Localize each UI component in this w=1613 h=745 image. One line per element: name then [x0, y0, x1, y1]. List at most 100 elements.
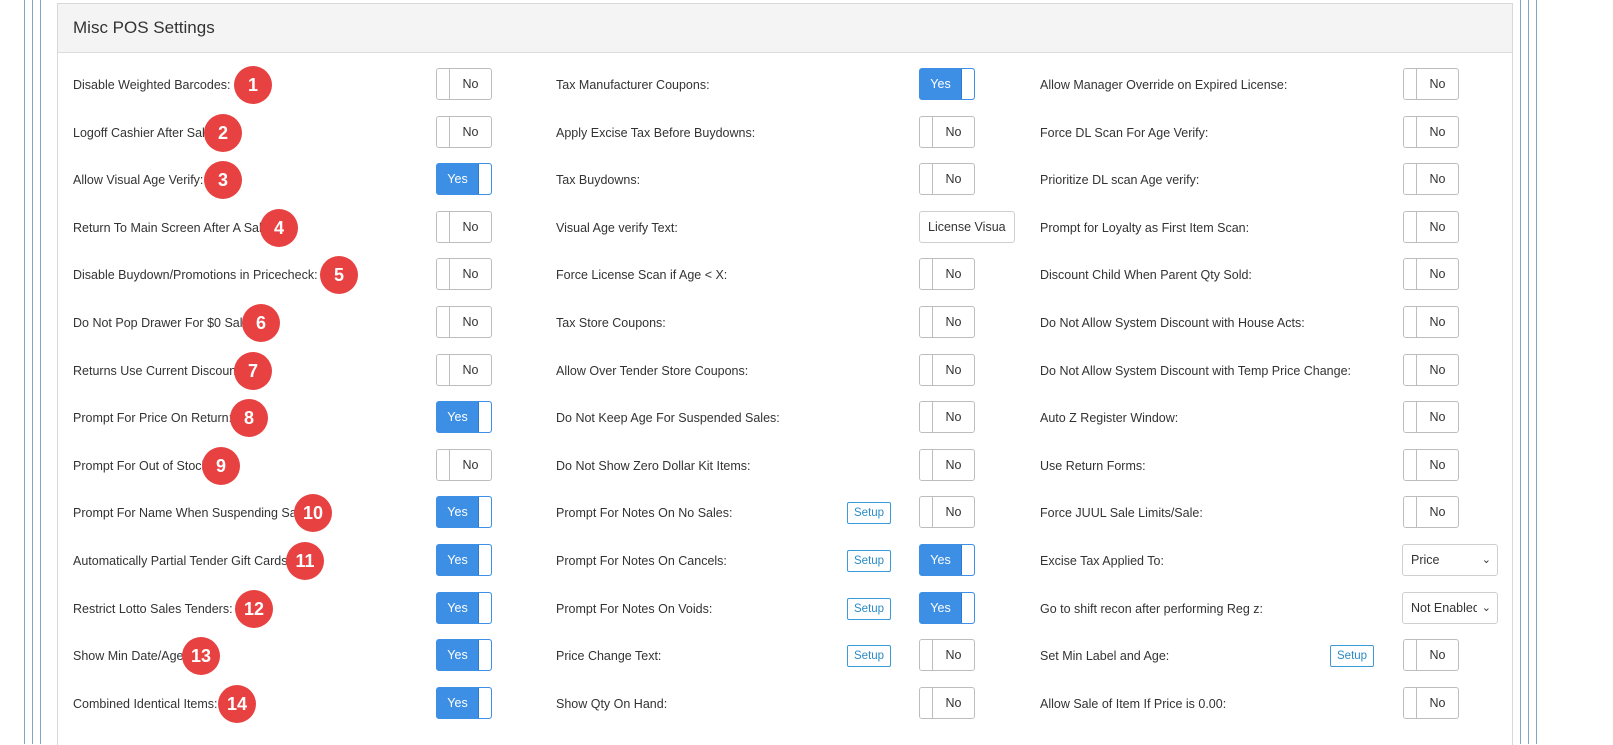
number-badge: 1 [234, 66, 272, 104]
toggle-do-not-show-zero-dollar-kit-items[interactable]: No [919, 448, 975, 481]
label-prioritize-dl-scan-age-verify: Prioritize DL scan Age verify: [1040, 173, 1200, 188]
toggle-prompt-for-loyalty-as-first-item-scan[interactable]: No [1403, 210, 1459, 243]
label-prompt-for-name-when-suspending-sale: Prompt For Name When Suspending Sale: [73, 506, 310, 521]
toggle-knob [920, 402, 933, 433]
select-value: Price [1411, 553, 1440, 567]
toggle-allow-visual-age-verify[interactable]: Yes [436, 163, 492, 196]
toggle-tax-manufacturer-coupons[interactable]: Yes [919, 68, 975, 100]
toggle-disable-buydown-promotions-in-pricecheck[interactable]: No [436, 258, 492, 291]
toggle-prompt-for-name-when-suspending-sale[interactable]: Yes [436, 496, 492, 529]
settings-row: Combined Identical Items: Yes 14 Show Qty O… [58, 684, 1512, 723]
toggle-do-not-allow-system-discount-with-house-acts[interactable]: No [1403, 306, 1459, 338]
toggle-return-to-main-screen-after-a-sale[interactable]: No [436, 210, 492, 243]
toggle-knob [1404, 402, 1417, 433]
toggle-knob [920, 640, 933, 671]
toggle-state: No [945, 505, 962, 520]
setup-button-prompt-for-notes-on-voids[interactable]: Setup [847, 597, 892, 620]
toggle-logoff-cashier-after-sale[interactable]: No [436, 115, 492, 148]
toggle-tax-store-coupons[interactable]: No [919, 306, 975, 338]
toggle-allow-manager-override-on-expired-license[interactable]: No [1403, 68, 1459, 100]
toggle-price-change-text[interactable]: No [919, 639, 975, 672]
label-logoff-cashier-after-sale: Logoff Cashier After Sale: [73, 125, 216, 140]
toggle-auto-z-register-window[interactable]: No [1403, 401, 1459, 434]
frame-line [1520, 0, 1521, 744]
settings-row: Prompt For Price On Return: Yes 8 Do Not Ke… [58, 399, 1512, 438]
toggle-knob [437, 69, 450, 99]
toggle-disable-weighted-barcodes[interactable]: No [436, 68, 492, 100]
label-prompt-for-notes-on-cancels: Prompt For Notes On Cancels: [556, 554, 727, 568]
toggle-prioritize-dl-scan-age-verify[interactable]: No [1403, 163, 1459, 196]
settings-row: Disable Buydown/Promotions in Pricecheck… [58, 256, 1512, 295]
label-discount-child-when-parent-qty-sold: Discount Child When Parent Qty Sold: [1040, 268, 1252, 283]
toggle-state: No [945, 648, 962, 663]
toggle-automatically-partial-tender-gift-cards[interactable]: Yes [436, 544, 492, 576]
toggle-show-min-date-age[interactable]: Yes [436, 639, 492, 672]
toggle-allow-sale-of-item-if-price-is-0-00[interactable]: No [1403, 686, 1459, 719]
toggle-apply-excise-tax-before-buydowns[interactable]: No [919, 115, 975, 148]
settings-row: Allow Visual Age Verify: Yes 3 Tax Buydowns… [58, 161, 1512, 200]
label-excise-tax-applied-to: Excise Tax Applied To: [1040, 554, 1164, 568]
toggle-knob [961, 592, 974, 623]
toggle-state: No [1429, 695, 1446, 710]
toggle-force-license-scan-if-age-x[interactable]: No [919, 258, 975, 291]
toggle-knob [920, 164, 933, 195]
toggle-state: No [462, 219, 479, 234]
toggle-knob [478, 402, 491, 433]
toggle-knob [1404, 116, 1417, 147]
label-prompt-for-price-on-return: Prompt For Price On Return: [73, 411, 233, 426]
toggle-set-min-label-and-age[interactable]: No [1403, 639, 1459, 672]
setup-button-prompt-for-notes-on-no-sales[interactable]: Setup [847, 502, 892, 525]
setup-button-set-min-label-and-age[interactable]: Setup [1330, 645, 1375, 668]
number-badge: 3 [204, 161, 242, 200]
toggle-knob [478, 592, 491, 623]
text-input-visual-age-verify-text[interactable] [919, 210, 1015, 243]
toggle-state: No [1429, 124, 1446, 139]
label-use-return-forms: Use Return Forms: [1040, 458, 1146, 473]
toggle-state: No [1429, 648, 1446, 663]
toggle-combined-identical-items[interactable]: Yes [436, 686, 492, 719]
toggle-returns-use-current-discount[interactable]: No [436, 353, 492, 386]
toggle-knob [1404, 69, 1417, 99]
toggle-restrict-lotto-sales-tenders[interactable]: Yes [436, 591, 492, 624]
toggle-prompt-for-notes-on-voids[interactable]: Yes [919, 591, 975, 624]
toggle-show-qty-on-hand[interactable]: No [919, 686, 975, 719]
toggle-prompt-for-price-on-return[interactable]: Yes [436, 401, 492, 434]
toggle-allow-over-tender-store-coupons[interactable]: No [919, 353, 975, 386]
toggle-state: No [462, 77, 479, 91]
toggle-prompt-for-notes-on-cancels[interactable]: Yes [919, 544, 975, 576]
label-tax-buydowns: Tax Buydowns: [556, 173, 641, 188]
settings-row: Prompt For Out of Stock Item: No 9 Do Not S… [58, 446, 1512, 485]
toggle-knob [478, 640, 491, 671]
toggle-state: No [945, 695, 962, 710]
toggle-do-not-allow-system-discount-with-temp-price-cha[interactable]: No [1403, 353, 1459, 386]
frame-line [32, 0, 33, 744]
toggle-use-return-forms[interactable]: No [1403, 448, 1459, 481]
toggle-do-not-keep-age-for-suspended-sales[interactable]: No [919, 401, 975, 434]
toggle-state: No [1429, 410, 1446, 425]
toggle-tax-buydowns[interactable]: No [919, 163, 975, 196]
toggle-force-dl-scan-for-age-verify[interactable]: No [1403, 115, 1459, 148]
toggle-state: No [462, 315, 479, 329]
select-excise-tax-applied-to[interactable]: Price ⌄ [1402, 544, 1498, 576]
toggle-knob [920, 259, 933, 290]
toggle-discount-child-when-parent-qty-sold[interactable]: No [1403, 258, 1459, 291]
label-set-min-label-and-age: Set Min Label and Age: [1040, 649, 1170, 664]
select-go-to-shift-recon-after-performing-reg-z[interactable]: Not Enabled ⌄ [1402, 591, 1498, 624]
toggle-knob [437, 259, 450, 290]
label-force-dl-scan-for-age-verify: Force DL Scan For Age Verify: [1040, 125, 1209, 140]
toggle-force-juul-sale-limits-sale[interactable]: No [1403, 496, 1459, 529]
setup-button-prompt-for-notes-on-cancels[interactable]: Setup [847, 550, 892, 572]
number-badge: 7 [234, 351, 272, 390]
toggle-prompt-for-notes-on-no-sales[interactable]: No [919, 496, 975, 529]
toggle-knob [920, 497, 933, 528]
number-badge: 9 [202, 446, 240, 485]
setup-button-price-change-text[interactable]: Setup [847, 645, 892, 668]
toggle-knob [1404, 640, 1417, 671]
toggle-knob [478, 164, 491, 195]
toggle-prompt-for-out-of-stock-item[interactable]: No [436, 448, 492, 481]
toggle-do-not-pop-drawer-for-0-sales[interactable]: No [436, 306, 492, 338]
toggle-state: Yes [447, 172, 468, 187]
toggle-state: No [1429, 457, 1446, 472]
settings-row: Show Min Date/Age: Yes 13 Price Change Text… [58, 637, 1512, 676]
label-price-change-text: Price Change Text: [556, 649, 662, 664]
